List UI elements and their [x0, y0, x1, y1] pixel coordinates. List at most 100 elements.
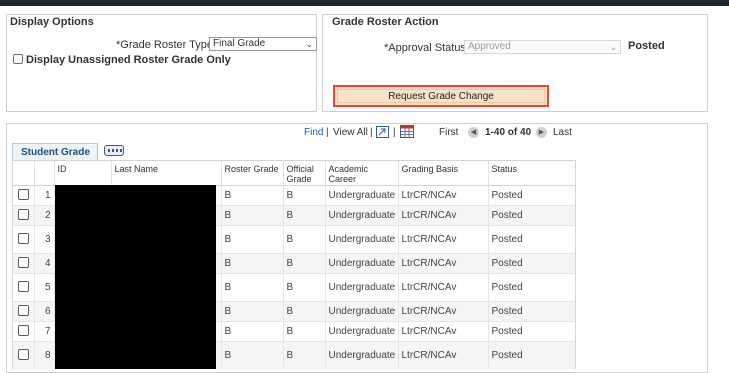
- col-roster-grade: Roster Grade: [220, 161, 283, 186]
- find-link[interactable]: Find: [304, 127, 323, 138]
- row-select-checkbox[interactable]: [17, 281, 29, 293]
- grade-status: Posted: [487, 301, 575, 322]
- col-academic-career: Academic Career: [324, 161, 398, 186]
- roster-grade: B: [220, 205, 283, 226]
- roster-grade: B: [220, 321, 283, 342]
- row-select-checkbox[interactable]: [17, 349, 29, 361]
- academic-career: Undergraduate: [324, 273, 398, 302]
- top-bar: [0, 0, 729, 6]
- grade-status: Posted: [487, 253, 575, 274]
- grade-status: Posted: [487, 205, 575, 226]
- roster-type-select[interactable]: Final Grade ⌄: [209, 37, 317, 51]
- official-grade: B: [282, 253, 325, 274]
- row-select-checkbox[interactable]: [17, 233, 29, 245]
- row-select-checkbox[interactable]: [17, 209, 29, 221]
- official-grade: B: [282, 341, 325, 369]
- row-number: 3: [33, 225, 54, 254]
- row-select-checkbox[interactable]: [17, 325, 29, 337]
- grade-status: Posted: [487, 341, 575, 369]
- nav-separator: |: [326, 127, 329, 138]
- col-last-name: Last Name: [110, 161, 221, 186]
- academic-career: Undergraduate: [324, 321, 398, 342]
- grade-status: Posted: [487, 225, 575, 254]
- roster-grade: B: [220, 185, 283, 206]
- request-grade-change-label: Request Grade Change: [388, 90, 494, 102]
- row-number: 8: [33, 341, 54, 369]
- approval-status-label: *Approval Status: [384, 42, 466, 54]
- row-select-checkbox[interactable]: [17, 189, 29, 201]
- row-select-cell: [13, 273, 34, 302]
- roster-grade: B: [220, 301, 283, 322]
- unassigned-label: Display Unassigned Roster Grade Only: [26, 54, 231, 66]
- academic-career: Undergraduate: [324, 253, 398, 274]
- row-number: 7: [33, 321, 54, 342]
- grading-basis: LtrCR/NCAv: [397, 225, 488, 254]
- row-select-checkbox[interactable]: [17, 305, 29, 317]
- nav-separator: |: [370, 127, 373, 138]
- personalize-grid-icon[interactable]: [104, 145, 124, 156]
- row-select-cell: [13, 301, 34, 322]
- row-select-cell: [13, 341, 34, 369]
- grading-basis: LtrCR/NCAv: [397, 253, 488, 274]
- row-number: 2: [33, 205, 54, 226]
- grade-status: Posted: [487, 321, 575, 342]
- row-select-checkbox[interactable]: [17, 257, 29, 269]
- grade-status: Posted: [487, 273, 575, 302]
- grading-basis: LtrCR/NCAv: [397, 341, 488, 369]
- row-number: 6: [33, 301, 54, 322]
- official-grade: B: [282, 185, 325, 206]
- academic-career: Undergraduate: [324, 205, 398, 226]
- roster-grade: B: [220, 253, 283, 274]
- col-id: ID: [53, 161, 111, 186]
- academic-career: Undergraduate: [324, 185, 398, 206]
- chevron-down-icon: ⌄: [305, 39, 313, 49]
- table-header-row: ID Last Name Roster Grade Official Grade…: [13, 161, 575, 186]
- official-grade: B: [282, 273, 325, 302]
- col-grading-basis: Grading Basis: [397, 161, 488, 186]
- tab-student-grade[interactable]: Student Grade: [12, 143, 98, 160]
- last-label: Last: [553, 127, 572, 138]
- row-range: 1-40 of 40: [485, 127, 532, 138]
- row-select-cell: [13, 253, 34, 274]
- display-options-title: Display Options: [10, 16, 94, 28]
- row-number: 1: [33, 185, 54, 206]
- official-grade: B: [282, 225, 325, 254]
- official-grade: B: [282, 301, 325, 322]
- request-grade-change-button[interactable]: Request Grade Change: [333, 85, 549, 107]
- grading-basis: LtrCR/NCAv: [397, 273, 488, 302]
- row-number: 5: [33, 273, 54, 302]
- roster-grade: B: [220, 273, 283, 302]
- first-label: First: [439, 127, 459, 138]
- nav-separator: |: [393, 127, 396, 138]
- zoom-icon[interactable]: [376, 126, 389, 138]
- official-grade: B: [282, 205, 325, 226]
- grading-basis: LtrCR/NCAv: [397, 185, 488, 206]
- academic-career: Undergraduate: [324, 301, 398, 322]
- roster-grade: B: [220, 225, 283, 254]
- grading-basis: LtrCR/NCAv: [397, 205, 488, 226]
- approval-status-select: Approved ⌄: [464, 40, 621, 54]
- grading-basis: LtrCR/NCAv: [397, 321, 488, 342]
- col-row-number: [33, 161, 54, 186]
- unassigned-checkbox[interactable]: [13, 54, 23, 64]
- first-arrow-icon[interactable]: ◀: [468, 127, 479, 138]
- next-arrow-icon[interactable]: ▶: [536, 127, 547, 138]
- col-status: Status: [487, 161, 575, 186]
- view-all-link[interactable]: View All: [333, 127, 368, 138]
- grade-roster-action-title: Grade Roster Action: [332, 16, 439, 28]
- row-select-cell: [13, 205, 34, 226]
- roster-type-label: *Grade Roster Type: [116, 39, 214, 51]
- grading-basis: LtrCR/NCAv: [397, 301, 488, 322]
- approval-status-value: Approved: [468, 41, 511, 52]
- col-official-grade: Official Grade: [282, 161, 325, 186]
- col-select: [13, 161, 34, 186]
- academic-career: Undergraduate: [324, 341, 398, 369]
- roster-type-value: Final Grade: [213, 38, 266, 49]
- display-options-panel: Display Options *Grade Roster Type Final…: [6, 14, 317, 112]
- posted-label: Posted: [628, 40, 665, 52]
- row-select-cell: [13, 185, 34, 206]
- row-select-cell: [13, 321, 34, 342]
- redaction-block: [55, 185, 216, 369]
- grade-status: Posted: [487, 185, 575, 206]
- download-spreadsheet-icon[interactable]: [400, 125, 414, 138]
